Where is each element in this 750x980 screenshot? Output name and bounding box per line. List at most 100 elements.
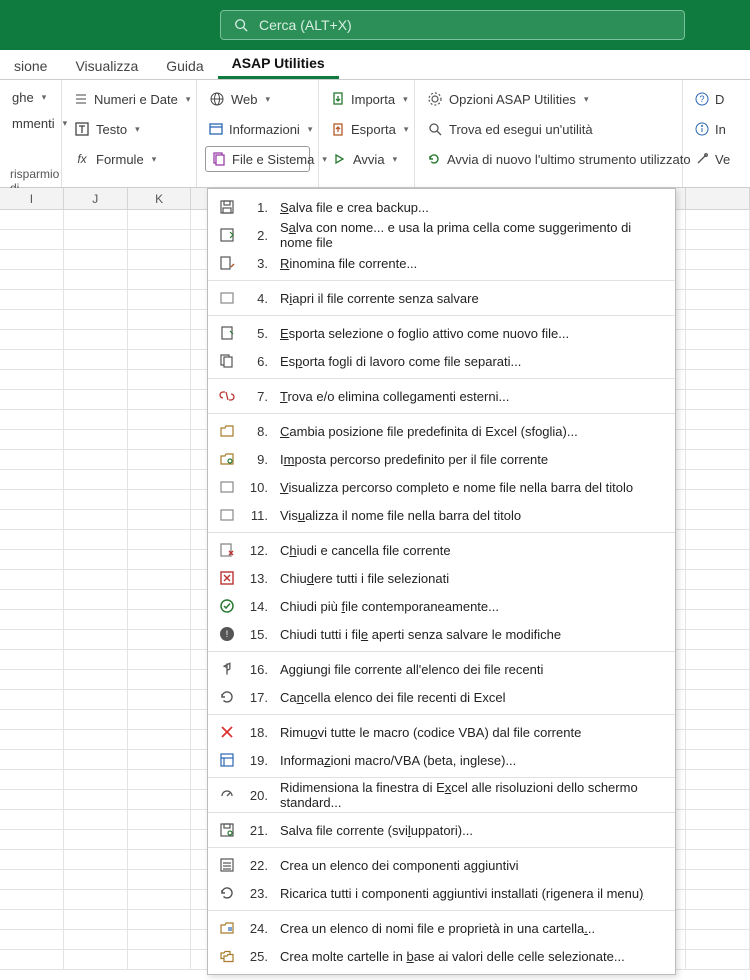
cell[interactable]: [686, 570, 750, 589]
cell[interactable]: [0, 250, 64, 269]
cell[interactable]: [0, 470, 64, 489]
cell[interactable]: [128, 290, 192, 309]
cell[interactable]: [686, 950, 750, 969]
menu-item[interactable]: 2.Salva con nome... e usa la prima cella…: [208, 221, 675, 249]
ribbon-testo[interactable]: Testo▾: [70, 116, 188, 142]
cell[interactable]: [64, 450, 128, 469]
cell[interactable]: [128, 230, 192, 249]
cell[interactable]: [128, 630, 192, 649]
cell[interactable]: [128, 490, 192, 509]
cell[interactable]: [0, 910, 64, 929]
cell[interactable]: [128, 450, 192, 469]
cell[interactable]: [686, 270, 750, 289]
spreadsheet-grid[interactable]: I J K S 1.Salva file e crea backup...2.S…: [0, 188, 750, 980]
cell[interactable]: [128, 930, 192, 949]
cell[interactable]: [686, 750, 750, 769]
ribbon-web[interactable]: Web▾: [205, 86, 310, 112]
ribbon-avvia[interactable]: Avvia▾: [327, 146, 406, 172]
cell[interactable]: [64, 270, 128, 289]
cell[interactable]: [64, 710, 128, 729]
cell[interactable]: [0, 610, 64, 629]
cell[interactable]: [0, 850, 64, 869]
cell[interactable]: [64, 350, 128, 369]
cell[interactable]: [686, 490, 750, 509]
menu-item[interactable]: 21.Salva file corrente (sviluppatori)...: [208, 816, 675, 844]
cell[interactable]: [0, 270, 64, 289]
col-header[interactable]: [686, 188, 750, 209]
cell[interactable]: [128, 310, 192, 329]
cell[interactable]: [128, 650, 192, 669]
cell[interactable]: [128, 330, 192, 349]
menu-item[interactable]: 14.Chiudi più file contemporaneamente...: [208, 592, 675, 620]
cell[interactable]: [64, 330, 128, 349]
cell[interactable]: [0, 530, 64, 549]
cell[interactable]: [128, 830, 192, 849]
ribbon-help[interactable]: ? D: [691, 86, 725, 112]
cell[interactable]: [128, 890, 192, 909]
menu-item[interactable]: 18.Rimuovi tutte le macro (codice VBA) d…: [208, 718, 675, 746]
cell[interactable]: [64, 610, 128, 629]
cell[interactable]: [0, 590, 64, 609]
cell[interactable]: [128, 610, 192, 629]
cell[interactable]: [0, 650, 64, 669]
cell[interactable]: [0, 810, 64, 829]
tab-guida[interactable]: Guida: [152, 52, 217, 79]
cell[interactable]: [128, 250, 192, 269]
cell[interactable]: [64, 250, 128, 269]
ribbon-file-sistema[interactable]: File e Sistema▾: [205, 146, 310, 172]
cell[interactable]: [64, 370, 128, 389]
cell[interactable]: [64, 550, 128, 569]
cell[interactable]: [0, 450, 64, 469]
cell[interactable]: [0, 930, 64, 949]
cell[interactable]: [686, 370, 750, 389]
tab-visualizza[interactable]: Visualizza: [61, 52, 152, 79]
menu-item[interactable]: 20.Ridimensiona la finestra di Excel all…: [208, 781, 675, 809]
cell[interactable]: [64, 730, 128, 749]
menu-item[interactable]: 17.Cancella elenco dei file recenti di E…: [208, 683, 675, 711]
ribbon-rows[interactable]: ghe▾: [8, 86, 53, 108]
cell[interactable]: [128, 850, 192, 869]
ribbon-importa[interactable]: Importa▾: [327, 86, 406, 112]
cell[interactable]: [128, 910, 192, 929]
menu-item[interactable]: !15.Chiudi tutti i file aperti senza sal…: [208, 620, 675, 648]
cell[interactable]: [64, 310, 128, 329]
cell[interactable]: [64, 390, 128, 409]
cell[interactable]: [686, 330, 750, 349]
cell[interactable]: [686, 610, 750, 629]
cell[interactable]: [0, 410, 64, 429]
cell[interactable]: [0, 790, 64, 809]
ribbon-version[interactable]: Ve: [691, 146, 725, 172]
cell[interactable]: [686, 350, 750, 369]
cell[interactable]: [64, 290, 128, 309]
cell[interactable]: [128, 710, 192, 729]
cell[interactable]: [686, 930, 750, 949]
cell[interactable]: [686, 410, 750, 429]
cell[interactable]: [128, 870, 192, 889]
cell[interactable]: [686, 630, 750, 649]
search-input[interactable]: Cerca (ALT+X): [220, 10, 685, 40]
cell[interactable]: [0, 230, 64, 249]
menu-item[interactable]: 1.Salva file e crea backup...: [208, 193, 675, 221]
cell[interactable]: [64, 230, 128, 249]
cell[interactable]: [0, 390, 64, 409]
menu-item[interactable]: 6.Esporta fogli di lavoro come file sepa…: [208, 347, 675, 375]
cell[interactable]: [64, 750, 128, 769]
cell[interactable]: [686, 670, 750, 689]
cell[interactable]: [0, 890, 64, 909]
menu-item[interactable]: 13.Chiudere tutti i file selezionati: [208, 564, 675, 592]
ribbon-opzioni[interactable]: Opzioni ASAP Utilities▾: [423, 86, 674, 112]
cell[interactable]: [64, 650, 128, 669]
cell[interactable]: [686, 530, 750, 549]
menu-item[interactable]: 11.Visualizza il nome file nella barra d…: [208, 501, 675, 529]
cell[interactable]: [686, 890, 750, 909]
cell[interactable]: [686, 650, 750, 669]
cell[interactable]: [686, 310, 750, 329]
cell[interactable]: [0, 210, 64, 229]
cell[interactable]: [64, 670, 128, 689]
tab-asap-utilities[interactable]: ASAP Utilities: [218, 49, 339, 79]
menu-item[interactable]: 9.Imposta percorso predefinito per il fi…: [208, 445, 675, 473]
cell[interactable]: [64, 890, 128, 909]
cell[interactable]: [686, 470, 750, 489]
col-header[interactable]: K: [128, 188, 192, 209]
cell[interactable]: [686, 810, 750, 829]
